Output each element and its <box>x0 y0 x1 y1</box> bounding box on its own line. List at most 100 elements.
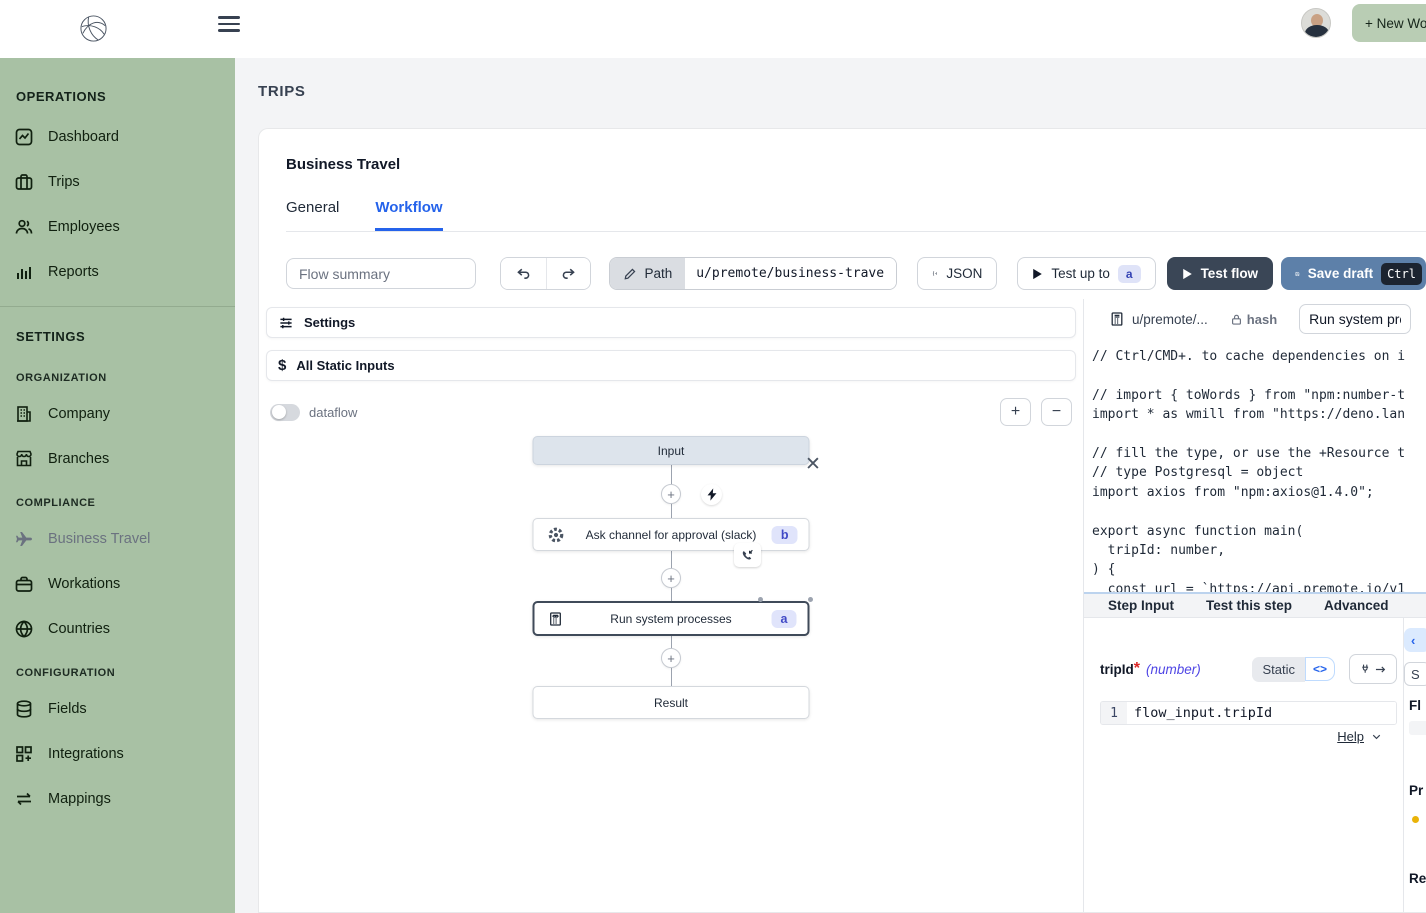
picker-section-previous-result: Pr <box>1404 783 1426 798</box>
main-area: TRIPS Business Travel General Workflow P… <box>235 58 1426 913</box>
step-name-input[interactable] <box>1299 304 1411 334</box>
connect-input-button[interactable] <box>1349 654 1397 684</box>
node-input-label: Input <box>658 444 685 458</box>
tab-workflow[interactable]: Workflow <box>375 199 442 231</box>
step-input-form: tripId* (number) Static <> <box>1084 618 1403 913</box>
hash-button[interactable]: hash <box>1230 312 1277 327</box>
integrations-icon <box>14 744 34 764</box>
tab-test-this-step[interactable]: Test this step <box>1206 598 1292 613</box>
flow-summary-input[interactable] <box>286 258 476 289</box>
undo-redo-group <box>500 257 591 290</box>
save-shortcut-kbd: Ctrl <box>1381 263 1422 285</box>
node-result[interactable]: Result <box>533 686 810 719</box>
sidebar-item-integrations[interactable]: Integrations <box>0 742 235 766</box>
code-line: ) { <box>1092 560 1426 579</box>
suspend-approval-icon <box>734 543 761 567</box>
play-icon <box>1032 268 1043 280</box>
all-static-inputs-row[interactable]: $ All Static Inputs <box>266 350 1076 381</box>
store-icon <box>14 449 34 469</box>
expression-editor[interactable]: 1 <box>1100 701 1397 725</box>
sidebar-item-mappings[interactable]: Mappings <box>0 787 235 811</box>
new-workflow-button[interactable]: + New Wor <box>1352 4 1426 42</box>
node-run-system-processes[interactable]: Run system processes a <box>533 601 810 636</box>
step-editor-panel: u/premote/... hash // Ctrl/CMD+. to cach… <box>1083 299 1426 913</box>
help-link[interactable]: Help <box>1337 729 1364 744</box>
picker-search-input[interactable]: S <box>1404 662 1426 686</box>
code-mode-button[interactable]: <> <box>1305 657 1335 681</box>
path-button[interactable]: Path <box>610 258 685 289</box>
test-flow-label: Test flow <box>1201 266 1259 281</box>
node-handle-dot <box>808 597 813 602</box>
sidebar-item-dashboard[interactable]: Dashboard <box>0 125 235 149</box>
step-tabs: Step Input Test this step Advanced <box>1084 594 1426 618</box>
add-step-connector[interactable]: + <box>661 484 681 504</box>
zoom-out-button[interactable]: − <box>1041 398 1072 426</box>
chevron-down-icon[interactable] <box>1370 730 1383 743</box>
close-icon[interactable]: ✕ <box>805 455 821 474</box>
expression-input[interactable] <box>1127 702 1396 724</box>
test-flow-button[interactable]: Test flow <box>1167 257 1274 290</box>
sidebar-heading-settings: SETTINGS <box>0 329 235 344</box>
briefcase-icon <box>14 172 34 192</box>
top-bar: + New Wor <box>0 0 1426 58</box>
sidebar-item-label: Integrations <box>48 746 124 762</box>
static-inputs-label: All Static Inputs <box>296 358 394 373</box>
sidebar-item-branches[interactable]: Branches <box>0 447 235 471</box>
path-input[interactable] <box>685 258 896 289</box>
test-up-to-step-badge: a <box>1118 265 1141 283</box>
picker-toggle-button[interactable]: ‹ <box>1404 628 1426 652</box>
path-label: Path <box>644 266 672 281</box>
avatar[interactable] <box>1301 8 1331 38</box>
code-line: // type Postgresql = object <box>1092 463 1426 482</box>
sidebar-item-label: Reports <box>48 264 99 280</box>
code-line: const url = `https://api.premote.io/v1 <box>1092 580 1426 594</box>
flow-settings-row[interactable]: Settings <box>266 307 1076 338</box>
tab-step-input[interactable]: Step Input <box>1108 598 1174 613</box>
undo-button[interactable] <box>501 258 546 289</box>
dashboard-icon <box>14 127 34 147</box>
json-button[interactable]: JSON <box>917 257 997 290</box>
code-line <box>1092 502 1426 521</box>
workflow-toolbar: Path JSON Test up to a Test flow <box>286 257 1426 290</box>
picker-value-chip[interactable] <box>1409 721 1426 735</box>
field-type: (number) <box>1146 662 1201 677</box>
braces-icon <box>932 267 938 280</box>
trigger-bolt-icon[interactable] <box>701 484 722 505</box>
sidebar-item-employees[interactable]: Employees <box>0 215 235 239</box>
node-slack-label: Ask channel for approval (slack) <box>586 528 757 542</box>
save-draft-label: Save draft <box>1308 266 1373 281</box>
add-step-connector[interactable]: + <box>661 648 681 668</box>
code-line: // Ctrl/CMD+. to cache dependencies on i <box>1092 347 1426 366</box>
picker-section-flow-input: Fl <box>1404 698 1426 713</box>
sidebar-item-countries[interactable]: Countries <box>0 617 235 641</box>
pencil-icon <box>623 267 637 281</box>
dataflow-toggle[interactable] <box>270 404 300 421</box>
path-group: Path <box>609 257 897 290</box>
dataflow-row: dataflow + − <box>270 398 1072 426</box>
mappings-icon <box>14 789 34 809</box>
flow-canvas[interactable]: Input ✕ + Ask channel for approval (slac… <box>259 431 1083 901</box>
code-editor[interactable]: // Ctrl/CMD+. to cache dependencies on i… <box>1084 339 1426 594</box>
zoom-in-button[interactable]: + <box>1000 398 1031 426</box>
code-line: import axios from "npm:axios@1.4.0"; <box>1092 483 1426 502</box>
redo-button[interactable] <box>546 258 591 289</box>
sidebar-subheading-configuration: CONFIGURATION <box>0 667 235 679</box>
tab-general[interactable]: General <box>286 199 339 231</box>
sidebar-item-business-travel[interactable]: Business Travel <box>0 527 235 551</box>
node-input[interactable]: Input <box>533 436 810 465</box>
save-draft-button[interactable]: Save draft Ctrl <box>1281 257 1426 290</box>
required-mark: * <box>1134 660 1140 678</box>
gear-icon <box>547 525 566 544</box>
static-mode-button[interactable]: Static <box>1252 657 1305 682</box>
menu-icon[interactable] <box>218 13 240 35</box>
sidebar-item-company[interactable]: Company <box>0 402 235 426</box>
sidebar-item-fields[interactable]: Fields <box>0 697 235 721</box>
node-ask-channel-approval[interactable]: Ask channel for approval (slack) b <box>533 518 810 551</box>
tab-advanced[interactable]: Advanced <box>1324 598 1389 613</box>
sidebar-item-workations[interactable]: Workations <box>0 572 235 596</box>
add-step-connector[interactable]: + <box>661 568 681 588</box>
sidebar-item-reports[interactable]: Reports <box>0 260 235 284</box>
sidebar-item-trips[interactable]: Trips <box>0 170 235 194</box>
test-up-to-button[interactable]: Test up to a <box>1017 257 1155 290</box>
script-path-link[interactable]: u/premote/... <box>1109 311 1208 327</box>
